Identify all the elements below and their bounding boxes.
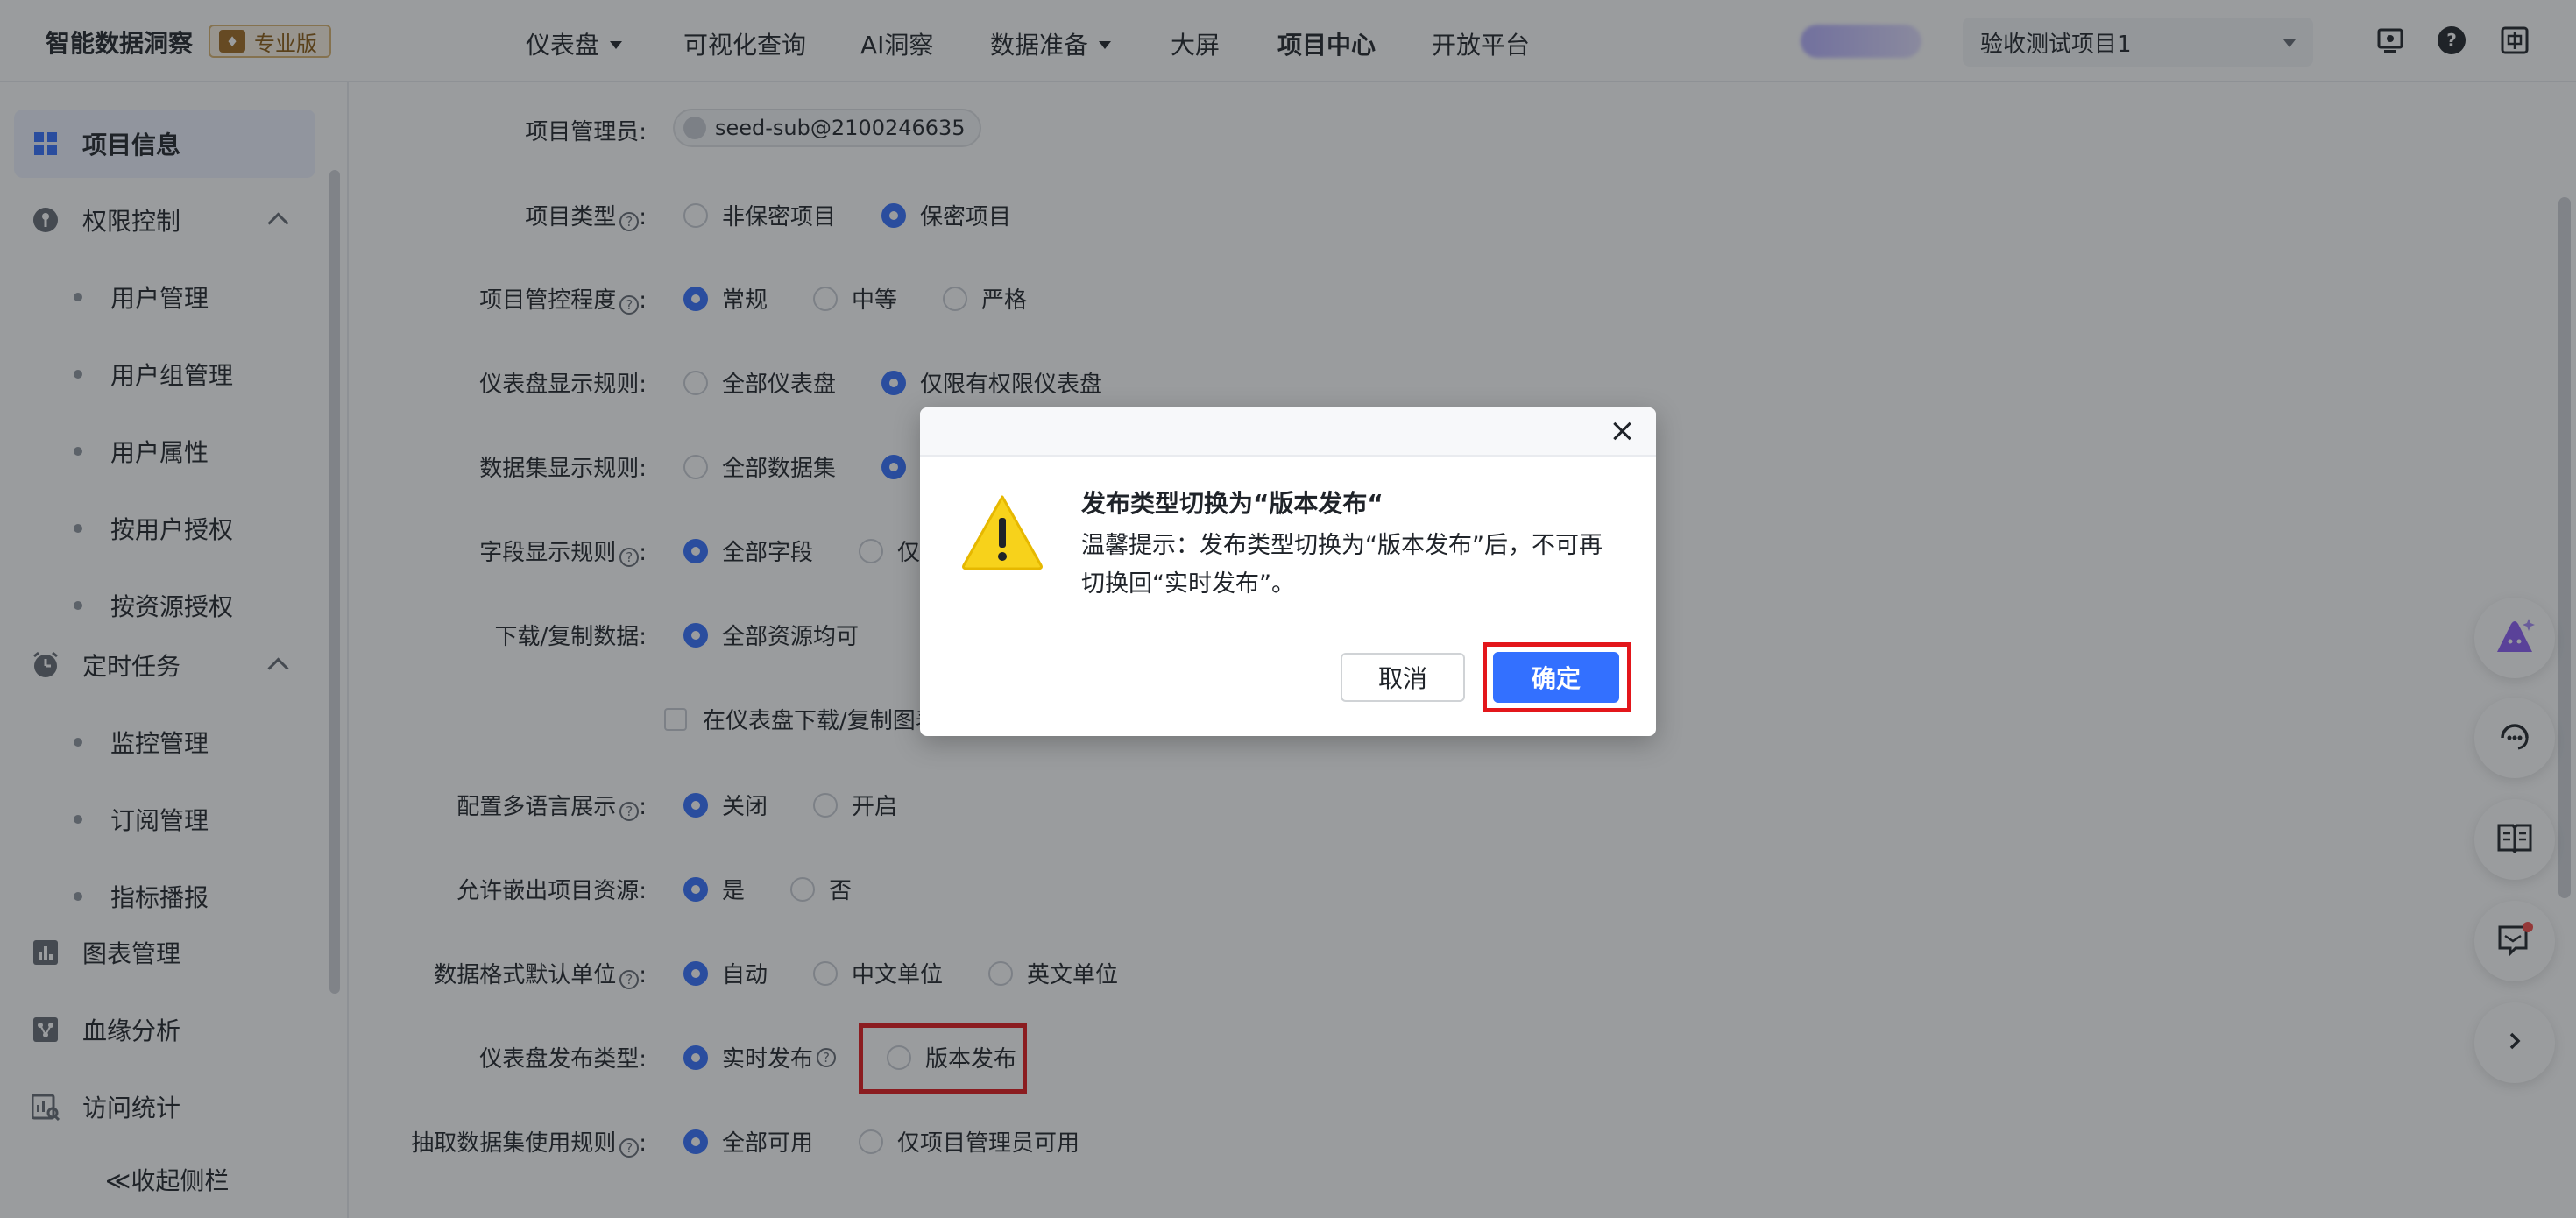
confirm-dialog: 发布类型切换为“版本发布“ 温馨提示：发布类型切换为“版本发布”后，不可再切换回… <box>920 407 1656 736</box>
dialog-header <box>920 407 1656 457</box>
dialog-title: 发布类型切换为“版本发布“ <box>1081 489 1384 518</box>
cancel-button[interactable]: 取消 <box>1341 653 1465 702</box>
dialog-message: 温馨提示：发布类型切换为“版本发布”后，不可再切换回“实时发布”。 <box>1081 532 1603 598</box>
confirm-highlight <box>1483 642 1631 712</box>
close-icon[interactable] <box>1610 420 1633 443</box>
warning-icon <box>959 492 1046 572</box>
